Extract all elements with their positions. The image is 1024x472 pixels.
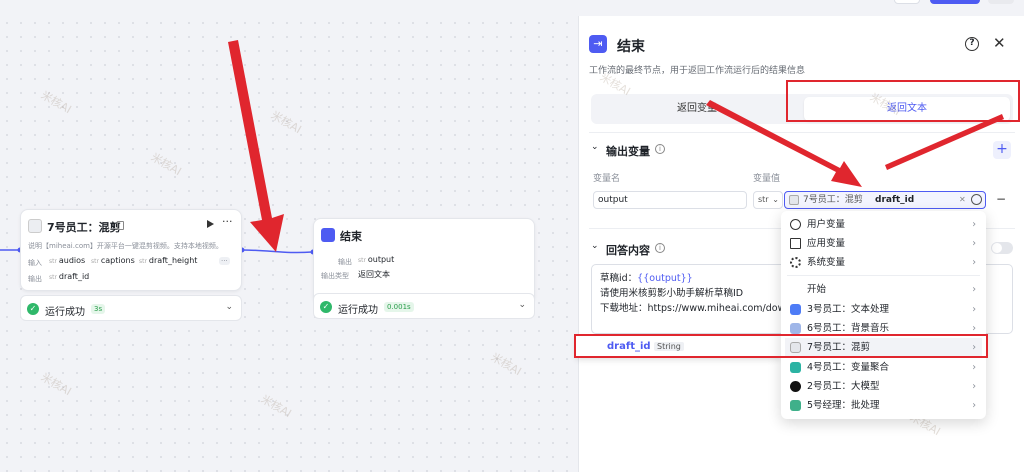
annotation-arrows <box>228 40 1004 252</box>
